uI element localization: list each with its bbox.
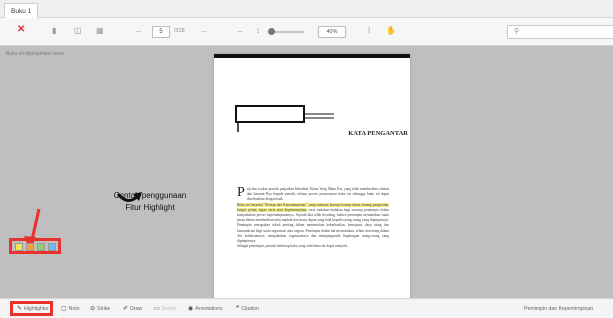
swatch-yellow[interactable] bbox=[15, 243, 23, 251]
book-title: Pemimpin dan Kepemimpinan bbox=[524, 306, 594, 312]
eye-icon: ◉ bbox=[188, 306, 194, 312]
note-button[interactable]: ▢ Note bbox=[61, 306, 80, 312]
draw-button[interactable]: ✐ Draw bbox=[123, 306, 142, 312]
quote-icon: ❞ bbox=[236, 306, 240, 312]
citation-button[interactable]: ❞ Citation bbox=[236, 306, 259, 312]
annotation-toolbar: ✎ Highlighter ▢ Note ⊖ Strike ✐ Draw ▭ Delete… bbox=[0, 298, 613, 318]
swatch-orange[interactable] bbox=[26, 243, 34, 251]
swatch-blue[interactable] bbox=[48, 243, 56, 251]
reader-app: Buku 1 ✕ ▮ ◫ ▦ ← 5 /318 → ↔ ↕ 40% I ✋ ⚲ … bbox=[0, 0, 613, 318]
highlighter-highlight-box bbox=[10, 301, 53, 316]
brush-icon: ✐ bbox=[123, 306, 129, 312]
swatch-green[interactable] bbox=[37, 243, 45, 251]
delete-button[interactable]: ▭ Delete bbox=[154, 306, 177, 312]
trash-icon: ▭ bbox=[154, 306, 160, 312]
annotations-button[interactable]: ◉ Annotations bbox=[188, 306, 223, 312]
strike-button[interactable]: ⊖ Strike bbox=[90, 306, 110, 312]
strike-icon: ⊖ bbox=[90, 306, 96, 312]
note-icon: ▢ bbox=[61, 306, 67, 312]
red-pointer-arrow bbox=[24, 192, 142, 251]
